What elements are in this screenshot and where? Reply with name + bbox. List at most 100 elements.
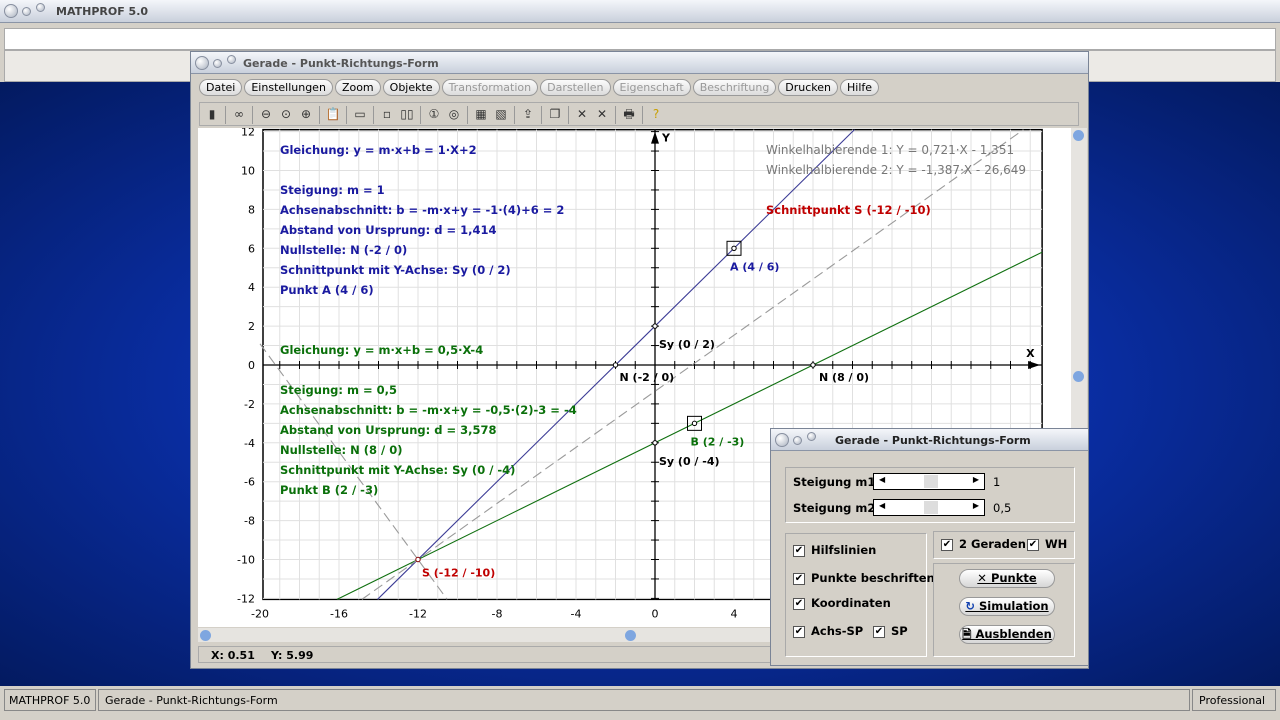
window-orb-icon[interactable] [227, 55, 236, 64]
x-tick-label: -4 [571, 607, 582, 620]
x-tick-label: -12 [409, 607, 427, 620]
zoom-in-icon[interactable]: ⊕ [296, 104, 316, 124]
y-tick-label: 6 [248, 242, 255, 255]
zoom-out-icon[interactable]: ⊖ [256, 104, 276, 124]
vertical-scroll-thumb[interactable] [1073, 371, 1084, 382]
2-geraden-checkbox[interactable]: ✔ 2 Geraden [941, 537, 1026, 551]
check-icon[interactable]: ✔ [793, 572, 805, 585]
window-orb-icon[interactable] [4, 4, 18, 18]
menu-beschriftung[interactable]: Beschriftung [692, 79, 777, 96]
check-icon[interactable]: ✔ [1027, 538, 1039, 551]
app-title-bar: MATHPROF 5.0 [0, 0, 1280, 23]
m2-slider-thumb[interactable] [924, 501, 938, 514]
scroll-left-button[interactable] [200, 630, 211, 641]
layout-icon[interactable]: ▭ [350, 104, 370, 124]
hilfslinien-checkbox[interactable]: ✔ Hilfslinien [793, 543, 876, 557]
m1-slider-thumb[interactable] [924, 475, 938, 488]
point-label: N (8 / 0) [819, 371, 869, 384]
m1-value: 1 [993, 475, 1001, 489]
hilfslinien-label: Hilfslinien [811, 543, 877, 557]
frame2-icon[interactable]: ▯▯ [397, 104, 417, 124]
point-marker [731, 245, 737, 252]
check-icon[interactable]: ✔ [873, 625, 885, 638]
point-label: B (2 / -3) [691, 435, 745, 448]
y-axis-label: Y [661, 132, 671, 145]
cross-icon: ✕ [977, 571, 991, 585]
window-icon[interactable]: ▮ [202, 104, 222, 124]
wh-checkbox[interactable]: ✔ WH [1027, 537, 1067, 551]
menu-zoom[interactable]: Zoom [334, 79, 381, 96]
frame-icon[interactable]: ▫ [377, 104, 397, 124]
dialog-title: Gerade - Punkt-Richtungs-Form [835, 434, 1031, 447]
y-tick-label: -2 [244, 398, 255, 411]
circle2-icon[interactable]: ◎ [444, 104, 464, 124]
window-orb-icon[interactable] [36, 3, 45, 12]
menu-objekte[interactable]: Objekte [382, 79, 440, 96]
line2-info-0: Gleichung: y = m·x+b = 0,5·X-4 [280, 343, 484, 357]
y-tick-label: 10 [241, 165, 255, 178]
toolbar-separator [373, 106, 374, 124]
check-icon[interactable]: ✔ [941, 538, 953, 551]
ausblenden-button[interactable]: 🗎 Ausblenden [959, 625, 1055, 644]
menu-drucken[interactable]: Drucken [778, 79, 839, 96]
image-icon[interactable]: ▧ [491, 104, 511, 124]
window-orb-icon[interactable] [22, 7, 31, 16]
check-icon[interactable]: ✔ [793, 597, 805, 610]
cross2-icon[interactable]: ✕ [592, 104, 612, 124]
menu-datei[interactable]: Datei [199, 79, 243, 96]
toolbar-separator [642, 106, 643, 124]
app-title: MATHPROF 5.0 [56, 5, 149, 18]
line1-info-5: Schnittpunkt mit Y-Achse: Sy (0 / 2) [280, 263, 511, 277]
toolbar-separator [252, 106, 253, 124]
copy-icon[interactable]: ❐ [545, 104, 565, 124]
graph-window-title-bar[interactable]: Gerade - Punkt-Richtungs-Form [191, 52, 1088, 74]
menu-eigenschaft[interactable]: Eigenschaft [612, 79, 691, 96]
menu-bar: Datei Einstellungen Zoom Objekte Transformat… [199, 79, 881, 99]
simulation-button[interactable]: ↻ Simulation [959, 597, 1055, 616]
window-orb-icon[interactable] [195, 56, 209, 70]
check-icon[interactable]: ✔ [793, 544, 805, 557]
scroll-up-button[interactable] [1073, 130, 1084, 141]
bisector-1-label: Winkelhalbierende 1: Y = 0,721·X - 1,351 [766, 143, 1015, 157]
toolbar-separator [615, 106, 616, 124]
bisector-2-label: Winkelhalbierende 2: Y = -1,387·X - 26,6… [766, 163, 1027, 177]
menu-transformation[interactable]: Transformation [441, 79, 539, 96]
point-marker [652, 440, 658, 446]
window-orb-icon[interactable] [807, 432, 816, 441]
toolbar-separator [568, 106, 569, 124]
achs-sp-label: Achs-SP [811, 624, 864, 638]
horizontal-scroll-thumb[interactable] [625, 630, 636, 641]
point-marker [691, 420, 698, 427]
glasses-icon[interactable]: ∞ [229, 104, 249, 124]
y-tick-label: -6 [244, 476, 255, 489]
clipboard-icon[interactable]: 📋 [323, 104, 343, 124]
m1-slider[interactable]: ◀ ▶ [873, 473, 985, 490]
punkte-beschriften-checkbox[interactable]: ✔ Punkte beschriften [793, 571, 935, 585]
printer-icon[interactable]: 🖶 [619, 104, 639, 124]
window-orb-icon[interactable] [793, 436, 802, 445]
help-icon[interactable]: ? [646, 104, 666, 124]
dialog-title-bar[interactable]: Gerade - Punkt-Richtungs-Form [771, 429, 1088, 451]
koordinaten-checkbox[interactable]: ✔ Koordinaten [793, 596, 891, 610]
cross1-icon[interactable]: ✕ [572, 104, 592, 124]
punkte-button[interactable]: ✕ Punkte [959, 569, 1055, 588]
export-icon[interactable]: ⇪ [518, 104, 538, 124]
m2-slider[interactable]: ◀ ▶ [873, 499, 985, 516]
check-icon[interactable]: ✔ [793, 625, 805, 638]
achs-sp-checkbox[interactable]: ✔ Achs-SP [793, 624, 863, 638]
menu-hilfe[interactable]: Hilfe [840, 79, 880, 96]
toolbar-separator [420, 106, 421, 124]
table-icon[interactable]: ▦ [471, 104, 491, 124]
window-orb-icon[interactable] [775, 433, 789, 447]
window-orb-icon[interactable] [213, 59, 222, 68]
zoom-reset-icon[interactable]: ⊙ [276, 104, 296, 124]
menu-darstellen[interactable]: Darstellen [540, 79, 611, 96]
toolbar-separator [225, 106, 226, 124]
sp-checkbox[interactable]: ✔ SP [873, 624, 908, 638]
control-dialog: Gerade - Punkt-Richtungs-Form Steigung m… [770, 428, 1089, 666]
koordinaten-label: Koordinaten [811, 596, 891, 610]
status-bar: MATHPROF 5.0 Gerade - Punkt-Richtungs-Fo… [0, 687, 1280, 720]
circle1-icon[interactable]: ① [424, 104, 444, 124]
menu-einstellungen[interactable]: Einstellungen [244, 79, 333, 96]
intersection-label: Schnittpunkt S (-12 / -10) [766, 203, 931, 217]
